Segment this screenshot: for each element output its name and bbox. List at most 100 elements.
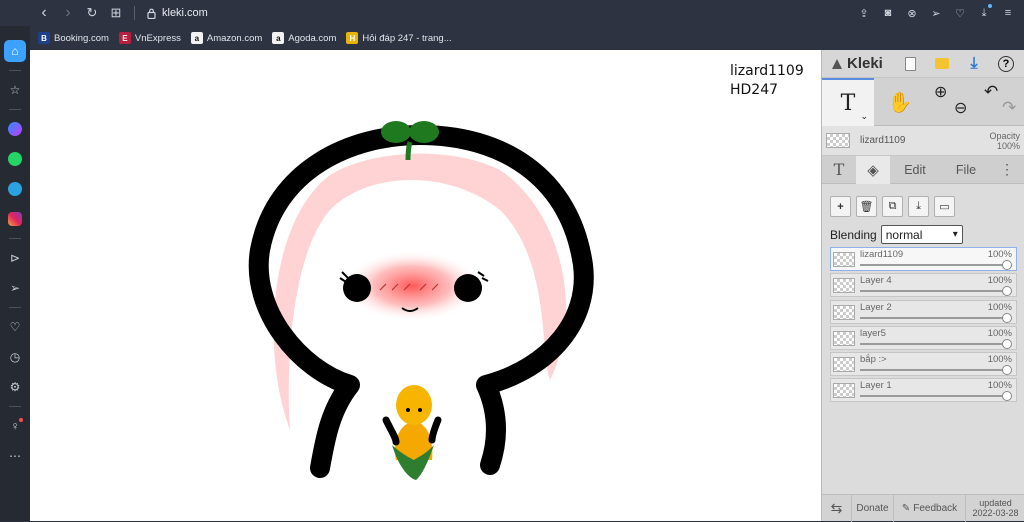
layer-row[interactable]: Layer 2 100%: [830, 299, 1017, 324]
bookmark-item[interactable]: E VnExpress: [118, 32, 181, 44]
layer-thumbnail: [833, 357, 855, 373]
bookmark-item[interactable]: a Agoda.com: [272, 32, 336, 44]
layer-opacity-slider[interactable]: [860, 316, 1006, 319]
home-icon[interactable]: ⌂: [4, 40, 26, 62]
browser-actions: ⇪ ◙ ⊗ ➢ ♡ ⤓ ≡: [854, 0, 1018, 26]
layer-row[interactable]: Layer 4 100%: [830, 273, 1017, 298]
play-icon[interactable]: ⊳: [4, 247, 26, 269]
zoom-in-icon[interactable]: ⊕: [934, 82, 947, 102]
more-icon[interactable]: ⋯: [4, 445, 26, 467]
slider-handle[interactable]: [1002, 260, 1012, 270]
new-image-button[interactable]: [894, 50, 926, 78]
instagram-icon[interactable]: [4, 208, 26, 230]
bulb-icon[interactable]: ♀: [4, 415, 26, 437]
slider-handle[interactable]: [1002, 312, 1012, 323]
tab-more[interactable]: ⋮: [992, 156, 1022, 184]
url-text: kleki.com: [162, 7, 208, 19]
download-icon[interactable]: ⤓: [974, 0, 994, 26]
drawing-canvas[interactable]: lizard1109 HD247: [30, 50, 821, 521]
send-icon[interactable]: ➢: [926, 0, 946, 26]
star-icon[interactable]: ☆: [4, 79, 26, 101]
slider-handle[interactable]: [1002, 338, 1012, 349]
heart-icon[interactable]: ♡: [950, 0, 970, 26]
feedback-button[interactable]: ✎ Feedback: [894, 494, 966, 522]
layer-opacity-slider[interactable]: [860, 395, 1006, 398]
kleki-logo-icon: [832, 58, 842, 69]
blending-select[interactable]: normal ▾: [880, 225, 963, 244]
tab-text[interactable]: T: [822, 156, 856, 184]
send-icon[interactable]: ➢: [4, 277, 26, 299]
more-icon: ⋮: [1000, 161, 1014, 177]
telegram-icon[interactable]: [4, 178, 26, 200]
delete-layer-button[interactable]: 🗑: [856, 196, 877, 217]
tab-file[interactable]: File: [940, 156, 992, 184]
lock-icon: [147, 8, 156, 19]
text-tool-button[interactable]: T ⌄: [822, 78, 874, 126]
kleki-logo[interactable]: Kleki: [822, 55, 894, 72]
zoom-out-icon[interactable]: ⊖: [954, 98, 967, 118]
color-swatch[interactable]: [826, 133, 850, 148]
layer-row[interactable]: layer5 100%: [830, 325, 1017, 350]
undo-redo-controls: ↶ ↷: [974, 78, 1024, 126]
layer-opacity-slider[interactable]: [860, 342, 1006, 345]
forward-button[interactable]: ›: [56, 0, 80, 26]
current-color-row: lizard1109 Opacity 100%: [822, 126, 1024, 156]
panel-footer: ⇆ Donate ✎ Feedback updated 2022-03-28: [822, 494, 1024, 522]
tabs-grid-button[interactable]: ⊞: [104, 0, 128, 26]
layer-name: Layer 2: [860, 301, 892, 313]
tab-edit-label: Edit: [904, 162, 926, 177]
address-bar[interactable]: kleki.com: [147, 7, 208, 19]
heart-icon[interactable]: ♡: [4, 316, 26, 338]
divider: [9, 70, 21, 71]
camera-icon[interactable]: ◙: [878, 0, 898, 26]
rename-icon: ▭: [939, 201, 950, 213]
clock-icon[interactable]: ◷: [4, 346, 26, 368]
hand-tool-button[interactable]: ✋: [874, 78, 926, 126]
undo-icon[interactable]: ↶: [984, 82, 998, 102]
updated-date: 2022-03-28: [972, 508, 1019, 518]
save-image-button[interactable]: ⤓: [958, 50, 990, 78]
slider-handle[interactable]: [1002, 391, 1012, 402]
whatsapp-icon[interactable]: [4, 148, 26, 170]
back-button[interactable]: ‹: [32, 0, 56, 26]
redo-icon[interactable]: ↷: [1002, 98, 1016, 118]
bookmark-item[interactable]: H Hỏi đáp 247 - trang...: [346, 32, 452, 44]
menu-icon[interactable]: ≡: [998, 0, 1018, 26]
layer-row[interactable]: bắp :> 100%: [830, 352, 1017, 377]
layer-row[interactable]: lizard1109 100%: [830, 247, 1017, 271]
reload-button[interactable]: ↻: [80, 0, 104, 26]
layer-opacity-slider[interactable]: [860, 290, 1006, 293]
add-layer-button[interactable]: +: [830, 196, 851, 217]
divider: [9, 238, 21, 239]
open-image-button[interactable]: [926, 50, 958, 78]
tab-layers[interactable]: ◈: [856, 155, 890, 184]
divider: [134, 6, 135, 20]
bookmark-item[interactable]: B Booking.com: [38, 32, 109, 44]
layer-name: bắp :>: [860, 354, 887, 366]
help-button[interactable]: ?: [990, 50, 1022, 78]
tab-edit[interactable]: Edit: [890, 156, 940, 184]
trash-icon: 🗑: [859, 201, 874, 213]
block-icon[interactable]: ⊗: [902, 0, 922, 26]
share-icon[interactable]: ⇪: [854, 0, 874, 26]
layer-thumbnail: [833, 383, 855, 399]
layer-opacity-slider[interactable]: [860, 369, 1006, 372]
messenger-icon[interactable]: [4, 118, 26, 140]
layer-thumbnail: [833, 278, 855, 294]
opacity-readout: Opacity 100%: [989, 131, 1020, 151]
bookmark-item[interactable]: a Amazon.com: [190, 32, 262, 44]
layer-opacity-slider[interactable]: [860, 264, 1006, 266]
rename-layer-button[interactable]: ▭: [934, 196, 955, 217]
slider-handle[interactable]: [1002, 286, 1012, 297]
layer-row[interactable]: Layer 1 100%: [830, 378, 1017, 403]
settings-icon[interactable]: ⚙: [4, 376, 26, 398]
tool-row: T ⌄ ✋ ⊕ ⊖ ↶ ↷: [822, 78, 1024, 126]
swap-side-button[interactable]: ⇆: [822, 494, 852, 522]
donate-button[interactable]: Donate: [852, 494, 894, 522]
slider-handle[interactable]: [1002, 365, 1012, 376]
divider: [9, 307, 21, 308]
merge-layer-button[interactable]: ⤓: [908, 196, 929, 217]
new-file-icon: [904, 56, 916, 71]
browser-toolbar: ‹ › ↻ ⊞ kleki.com ⇪ ◙ ⊗ ➢ ♡ ⤓ ≡: [0, 0, 1024, 26]
duplicate-layer-button[interactable]: ⧉: [882, 196, 903, 217]
